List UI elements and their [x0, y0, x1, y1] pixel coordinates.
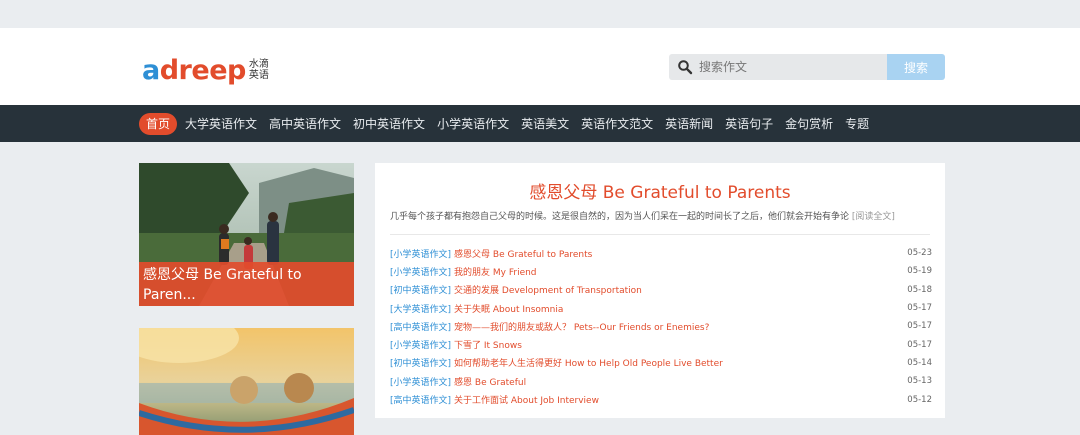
- article-title[interactable]: 感恩 Be Grateful: [454, 375, 526, 388]
- divider: [390, 234, 930, 235]
- featured-article-title[interactable]: 感恩父母 Be Grateful to Parents: [375, 178, 945, 203]
- nav-item-quotes[interactable]: 金句赏析: [779, 113, 839, 135]
- search-bar: 搜索: [669, 54, 945, 80]
- logo-letters: dreep: [159, 54, 247, 86]
- article-date: 05-17: [907, 321, 932, 332]
- article-category[interactable]: [初中英语作文]: [390, 283, 451, 296]
- nav-item-english-sentences[interactable]: 英语句子: [719, 113, 779, 135]
- article-date: 05-17: [907, 303, 932, 314]
- article-title[interactable]: 我的朋友 My Friend: [454, 265, 537, 278]
- article-title[interactable]: 下雪了 It Snows: [454, 338, 522, 351]
- article-category[interactable]: [小学英语作文]: [390, 247, 451, 260]
- list-item[interactable]: [初中英语作文] 交通的发展 Development of Transporta…: [390, 281, 932, 299]
- article-title[interactable]: 宠物——我们的朋友或敌人？ Pets--Our Friends or Enemi…: [454, 320, 709, 333]
- logo-cn-line2: 英语: [248, 70, 269, 81]
- list-item[interactable]: [高中英语作文] 关于工作面试 About Job Interview 05-1…: [390, 390, 932, 408]
- main-nav: 首页 大学英语作文 高中英语作文 初中英语作文 小学英语作文 英语美文 英语作文…: [0, 105, 1080, 142]
- article-title[interactable]: 关于失眠 About Insomnia: [454, 302, 563, 315]
- search-button[interactable]: 搜索: [887, 54, 945, 80]
- logo-letter-a: a: [142, 54, 160, 86]
- featured-card-1[interactable]: 感恩父母 Be Grateful to Paren...: [139, 163, 354, 306]
- article-date: 05-14: [907, 357, 932, 368]
- nav-item-college-essay[interactable]: 大学英语作文: [179, 113, 263, 135]
- article-category[interactable]: [小学英语作文]: [390, 375, 451, 388]
- search-icon: [677, 59, 693, 75]
- nav-item-topics[interactable]: 专题: [839, 113, 875, 135]
- article-title[interactable]: 交通的发展 Development of Transportation: [454, 283, 642, 296]
- read-more-link[interactable]: [阅读全文]: [852, 212, 895, 222]
- featured-article-summary: 几乎每个孩子都有抱怨自己父母的时候。这是很自然的，因为当人们呆在一起的时间长了之…: [390, 209, 935, 222]
- article-category[interactable]: [小学英语作文]: [390, 265, 451, 278]
- nav-item-home[interactable]: 首页: [139, 112, 178, 135]
- article-date: 05-19: [907, 266, 932, 277]
- article-category[interactable]: [初中英语作文]: [390, 356, 451, 369]
- list-item[interactable]: [初中英语作文] 如何帮助老年人生活得更好 How to Help Old Pe…: [390, 354, 932, 372]
- article-date: 05-17: [907, 339, 932, 350]
- list-item[interactable]: [小学英语作文] 感恩父母 Be Grateful to Parents 05-…: [390, 244, 932, 262]
- article-category[interactable]: [小学英语作文]: [390, 338, 451, 351]
- article-title[interactable]: 感恩父母 Be Grateful to Parents: [454, 247, 592, 260]
- logo-chinese: 水滴 英语: [249, 59, 269, 81]
- article-title[interactable]: 如何帮助老年人生活得更好 How to Help Old People Live…: [454, 356, 723, 369]
- list-item[interactable]: [小学英语作文] 我的朋友 My Friend 05-19: [390, 262, 932, 280]
- logo-cn-line1: 水滴: [248, 59, 269, 70]
- site-header: adreep 水滴 英语 搜索: [0, 28, 1080, 105]
- nav-item-english-prose[interactable]: 英语美文: [515, 113, 575, 135]
- list-item[interactable]: [大学英语作文] 关于失眠 About Insomnia 05-17: [390, 299, 932, 317]
- article-title[interactable]: 关于工作面试 About Job Interview: [454, 393, 599, 406]
- nav-item-sample-essays[interactable]: 英语作文范文: [575, 113, 659, 135]
- top-band: [0, 0, 1080, 28]
- featured-card-2[interactable]: [139, 328, 354, 435]
- site-logo[interactable]: adreep 水滴 英语: [142, 52, 269, 88]
- article-date: 05-23: [907, 248, 932, 259]
- article-category[interactable]: [高中英语作文]: [390, 393, 451, 406]
- card-caption[interactable]: 感恩父母 Be Grateful to Paren...: [139, 262, 354, 306]
- nav-item-highschool-essay[interactable]: 高中英语作文: [263, 113, 347, 135]
- article-date: 05-18: [907, 284, 932, 295]
- search-box[interactable]: [669, 54, 887, 80]
- nav-items: 首页 大学英语作文 高中英语作文 初中英语作文 小学英语作文 英语美文 英语作文…: [139, 105, 875, 142]
- article-date: 05-13: [907, 376, 932, 387]
- featured-article-panel: 感恩父母 Be Grateful to Parents 几乎每个孩子都有抱怨自己…: [375, 163, 945, 418]
- article-category[interactable]: [高中英语作文]: [390, 320, 451, 333]
- list-item[interactable]: [小学英语作文] 感恩 Be Grateful 05-13: [390, 372, 932, 390]
- list-item[interactable]: [高中英语作文] 宠物——我们的朋友或敌人？ Pets--Our Friends…: [390, 317, 932, 335]
- card-image-hammock: [139, 328, 354, 435]
- search-input[interactable]: [699, 60, 879, 74]
- logo-wordmark: adreep: [142, 57, 246, 84]
- article-date: 05-12: [907, 394, 932, 405]
- summary-text: 几乎每个孩子都有抱怨自己父母的时候。这是很自然的，因为当人们呆在一起的时间长了之…: [390, 212, 850, 222]
- list-item[interactable]: [小学英语作文] 下雪了 It Snows 05-17: [390, 335, 932, 353]
- article-list: [小学英语作文] 感恩父母 Be Grateful to Parents 05-…: [390, 244, 932, 409]
- article-category[interactable]: [大学英语作文]: [390, 302, 451, 315]
- nav-item-english-news[interactable]: 英语新闻: [659, 113, 719, 135]
- nav-item-middleschool-essay[interactable]: 初中英语作文: [347, 113, 431, 135]
- nav-item-primary-essay[interactable]: 小学英语作文: [431, 113, 515, 135]
